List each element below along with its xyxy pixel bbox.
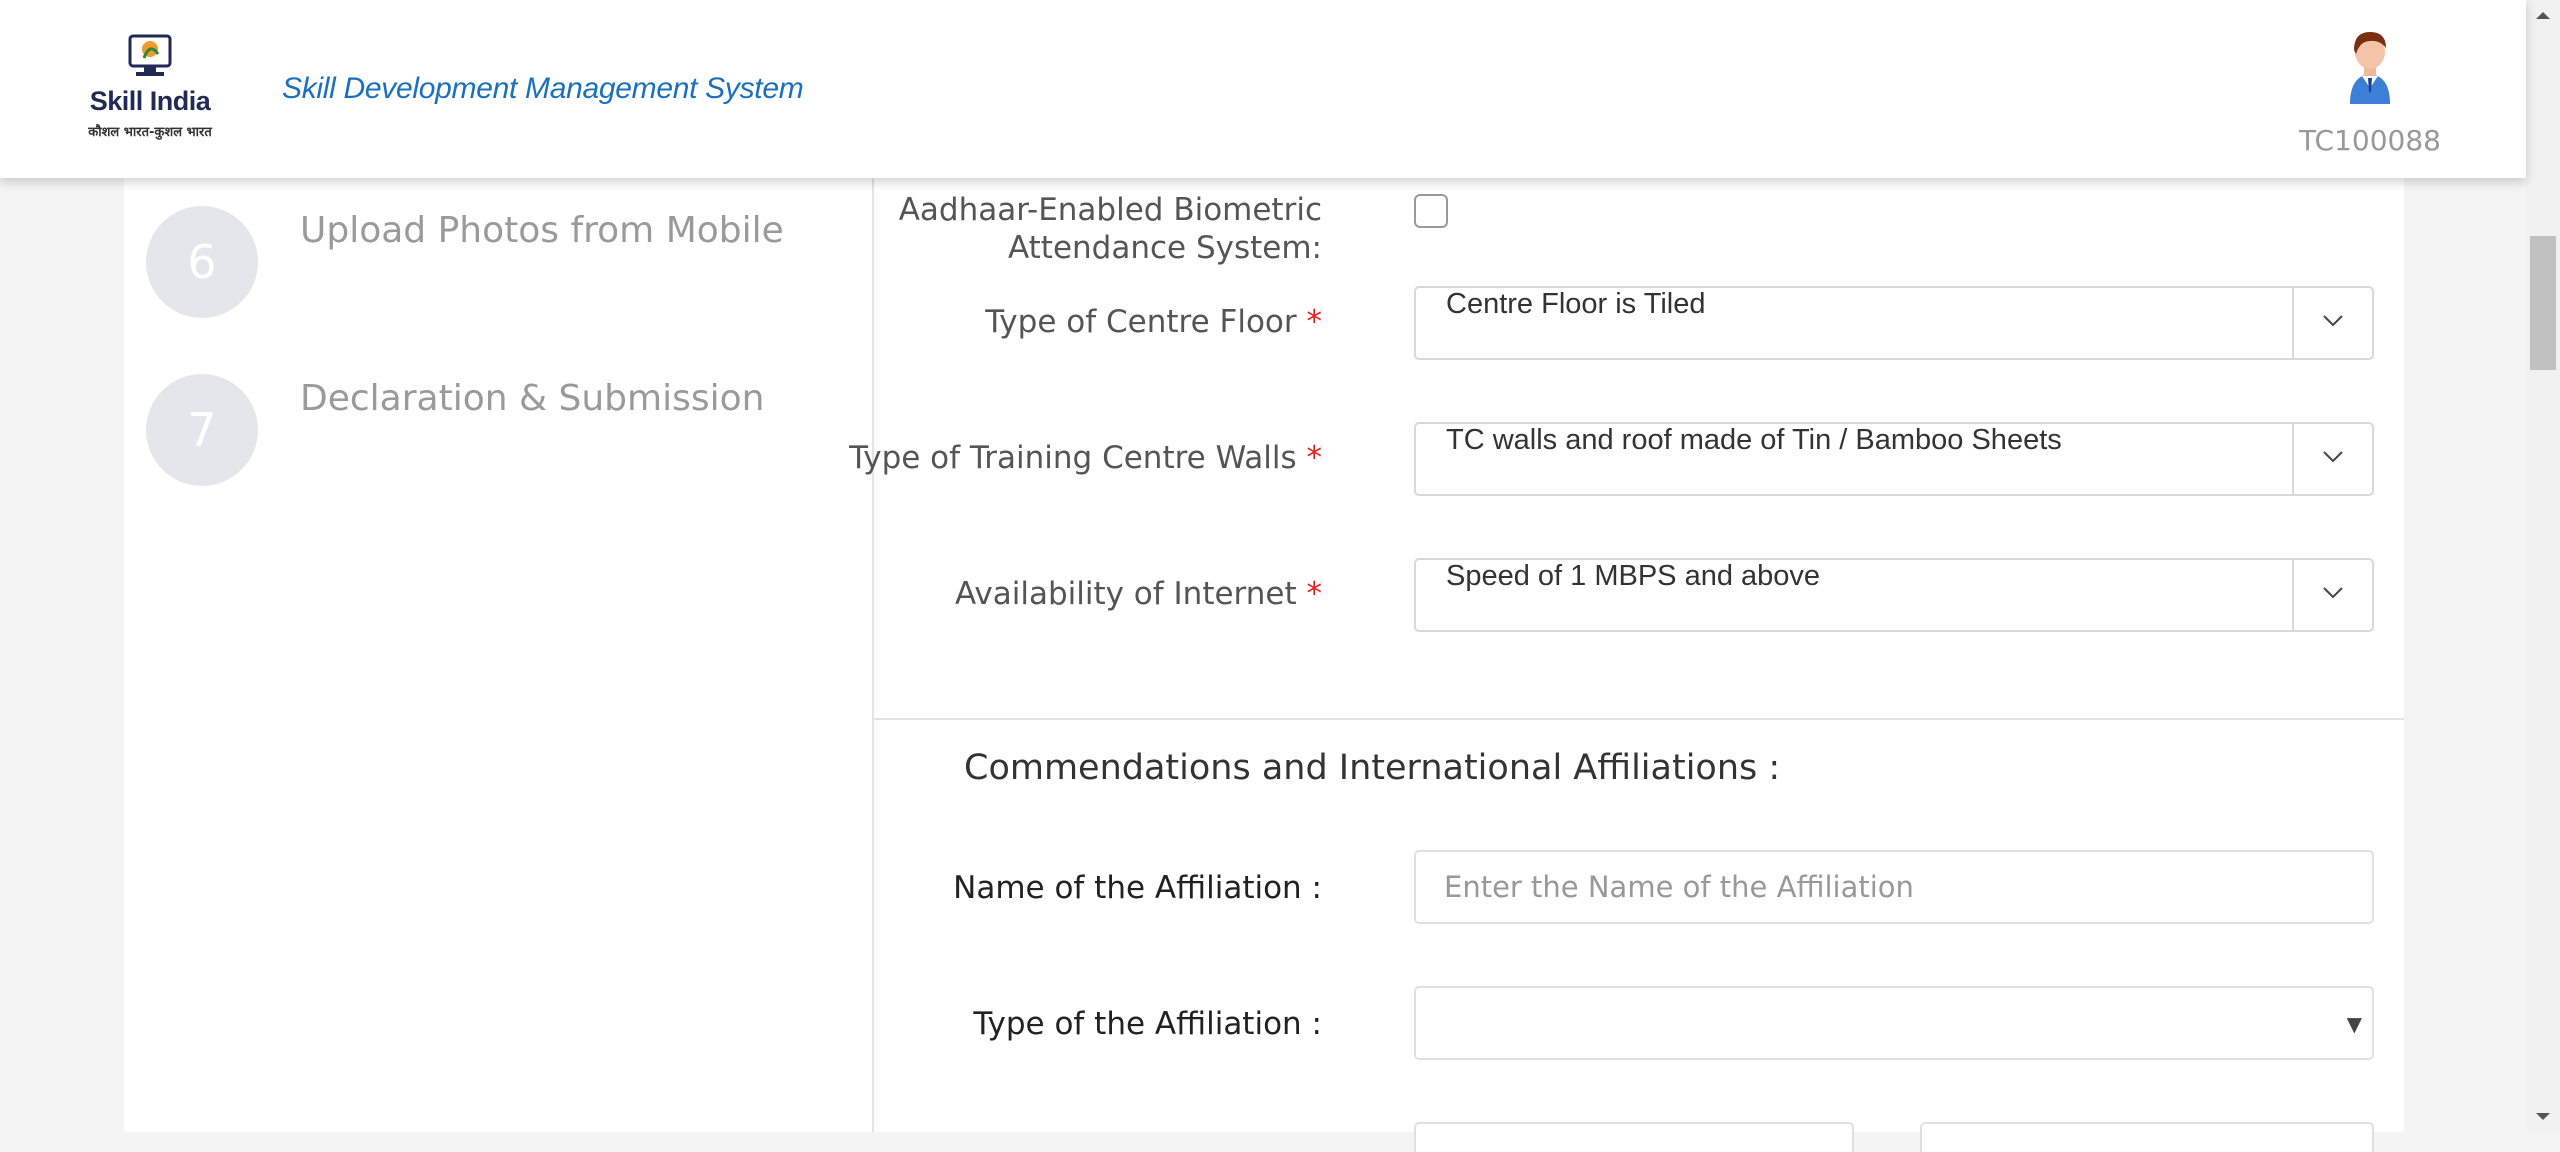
steps-sidebar: 6 Upload Photos from Mobile 7 Declaratio… <box>124 178 874 1132</box>
affiliations-section-title: Commendations and International Affiliat… <box>964 748 1781 788</box>
app-title: Skill Development Management System <box>282 72 804 105</box>
walls-select-value: TC walls and roof made of Tin / Bamboo S… <box>1446 424 2062 456</box>
affiliation-name-input[interactable] <box>1414 850 2374 924</box>
logo-subtitle: कौशल भारत-कुशल भारत <box>88 125 212 140</box>
floor-label-text: Type of Centre Floor <box>985 304 1297 340</box>
chevron-down-icon <box>2323 587 2343 599</box>
scroll-up-arrow-icon[interactable] <box>2526 0 2560 30</box>
internet-select-value: Speed of 1 MBPS and above <box>1446 560 1821 592</box>
walls-dropdown-button[interactable] <box>2292 424 2372 494</box>
form-panel: Aadhaar-Enabled Biometric Attendance Sys… <box>849 178 2404 1152</box>
biometric-label: Aadhaar-Enabled Biometric Attendance Sys… <box>899 192 1322 266</box>
floor-select-value: Centre Floor is Tiled <box>1446 288 1706 320</box>
top-header: Skill India कौशल भारत-कुशल भारत Skill De… <box>0 0 2526 178</box>
partial-field-left[interactable] <box>1414 1122 1854 1152</box>
biometric-label-line2: Attendance System: <box>1007 230 1322 266</box>
required-asterisk: * <box>1306 304 1323 340</box>
floor-select[interactable]: Centre Floor is Tiled <box>1414 286 2374 360</box>
partial-field-right[interactable] <box>1920 1122 2374 1152</box>
internet-label: Availability of Internet * <box>955 576 1322 612</box>
chevron-down-icon <box>2323 315 2343 327</box>
affiliation-type-label: Type of the Affiliation : <box>973 1006 1322 1042</box>
scrollbar-thumb[interactable] <box>2530 236 2556 370</box>
internet-select[interactable]: Speed of 1 MBPS and above <box>1414 558 2374 632</box>
internet-label-text: Availability of Internet <box>954 576 1297 612</box>
floor-label: Type of Centre Floor * <box>985 304 1322 340</box>
step-label-declaration: Declaration & Submission <box>300 378 765 419</box>
biometric-checkbox[interactable] <box>1414 194 1448 228</box>
step-number-7: 7 <box>146 374 258 486</box>
user-avatar-icon[interactable] <box>2336 26 2404 104</box>
step-number-6: 6 <box>146 206 258 318</box>
required-asterisk: * <box>1306 576 1323 612</box>
walls-label-text: Type of Training Centre Walls <box>849 440 1297 476</box>
user-id-label[interactable]: TC100088 <box>2290 124 2450 157</box>
logo-icon <box>128 34 172 76</box>
scroll-down-arrow-icon[interactable] <box>2526 1102 2560 1132</box>
logo-title: Skill India <box>89 86 211 116</box>
caret-down-icon: ▼ <box>2346 1012 2362 1036</box>
section-divider <box>874 718 2404 720</box>
biometric-label-line1: Aadhaar-Enabled Biometric <box>898 192 1322 228</box>
walls-select[interactable]: TC walls and roof made of Tin / Bamboo S… <box>1414 422 2374 496</box>
step-label-upload-photos: Upload Photos from Mobile <box>300 210 784 251</box>
chevron-down-icon <box>2323 451 2343 463</box>
affiliation-type-select[interactable]: ▼ <box>1414 986 2374 1060</box>
internet-dropdown-button[interactable] <box>2292 560 2372 630</box>
floor-dropdown-button[interactable] <box>2292 288 2372 358</box>
affiliation-name-label: Name of the Affiliation : <box>953 870 1322 906</box>
required-asterisk: * <box>1306 440 1323 476</box>
page-scrollbar[interactable] <box>2526 0 2560 1132</box>
walls-label: Type of Training Centre Walls * <box>849 440 1322 476</box>
skill-india-logo[interactable]: Skill India कौशल भारत-कुशल भारत <box>80 34 220 146</box>
